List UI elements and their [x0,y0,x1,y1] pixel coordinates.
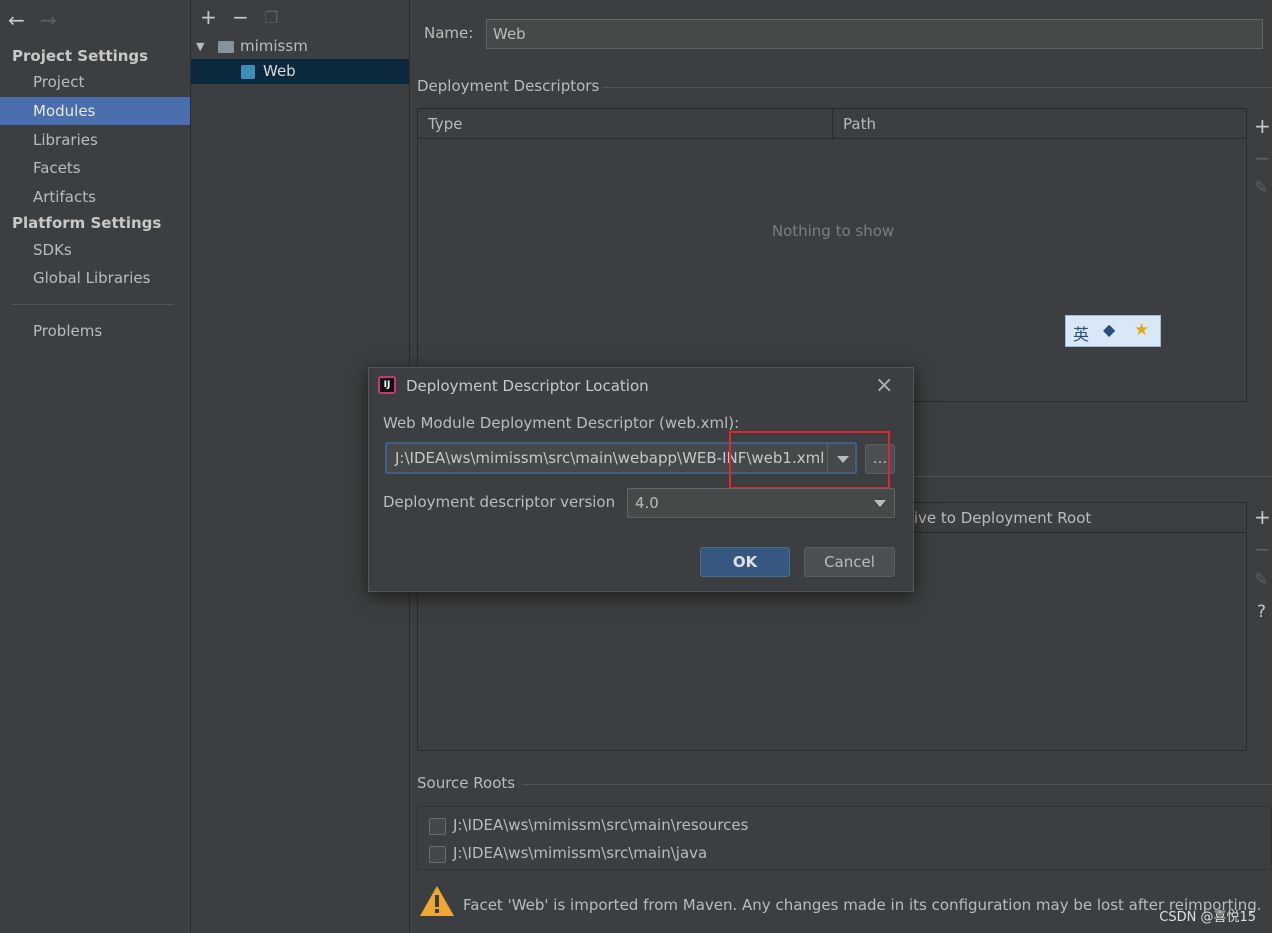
column-header-type[interactable]: Type [418,109,833,139]
project-settings-heading: Project Settings [12,47,149,65]
copy-icon[interactable]: ❐ [264,8,278,27]
ime-language-label[interactable]: 英 [1073,321,1089,345]
web-facet-icon [241,65,255,79]
edit-icon[interactable]: ✎ [1254,570,1268,590]
nav-item-modules[interactable]: Modules [0,97,190,125]
nav-item-artifacts[interactable]: Artifacts [0,183,190,211]
folder-icon [218,41,234,53]
skin-icon[interactable]: ◆ [1103,320,1115,339]
version-select[interactable]: 4.0 [627,488,895,518]
minus-icon[interactable]: − [1254,146,1271,170]
name-input[interactable]: Web [486,19,1263,49]
source-root-path: J:\IDEA\ws\mimissm\src\main\resources [453,816,749,834]
nav-item-sdks[interactable]: SDKs [0,236,190,264]
descriptor-path-label: Web Module Deployment Descriptor (web.xm… [383,414,740,432]
maven-import-warning: Facet 'Web' is imported from Maven. Any … [463,896,1262,914]
tree-expand-icon[interactable]: ▼ [196,34,204,59]
section-divider [602,87,1272,88]
settings-sidebar: ← → Project Settings Project Modules Lib… [0,0,191,933]
cancel-button[interactable]: Cancel [804,547,895,577]
warning-icon [420,886,454,916]
nav-item-facets[interactable]: Facets [0,154,190,182]
section-divider [522,784,1272,785]
source-root-checkbox[interactable] [429,846,446,863]
intellij-logo-icon: IJ [378,376,396,394]
nav-item-libraries[interactable]: Libraries [0,126,190,154]
version-label: Deployment descriptor version [383,493,616,511]
star-icon[interactable]: ★ [1134,320,1149,340]
source-root-checkbox[interactable] [429,818,446,835]
deployment-descriptor-dialog: IJ Deployment Descriptor Location × Web … [368,367,914,592]
plus-icon[interactable]: + [200,5,217,29]
empty-table-text: Nothing to show [771,222,895,240]
dialog-title: Deployment Descriptor Location [406,377,649,395]
minus-icon[interactable]: − [1254,537,1271,561]
plus-icon[interactable]: + [1254,114,1271,138]
minus-icon[interactable]: − [232,5,249,29]
source-roots-title: Source Roots [417,774,516,792]
source-root-path: J:\IDEA\ws\mimissm\src\main\java [453,844,708,862]
tree-node-label: mimissm [240,37,308,55]
highlight-box [729,431,890,489]
nav-item-project[interactable]: Project [0,68,190,96]
nav-item-problems[interactable]: Problems [0,317,190,345]
ime-toolbar[interactable]: 英 ◆ ★ [1065,315,1161,347]
name-label: Name: [424,24,474,42]
source-roots-list: J:\IDEA\ws\mimissm\src\main\resources J:… [417,806,1272,870]
deployment-descriptors-table[interactable]: Type Path Nothing to show [417,108,1247,402]
watermark: CSDN @喜悦15 [1159,910,1256,925]
close-icon[interactable]: × [875,373,893,398]
tree-node-web[interactable]: Web [191,59,409,84]
help-icon[interactable]: ? [1257,602,1266,622]
column-header-path[interactable]: Path [833,109,1246,139]
arrow-left-icon[interactable]: ← [8,8,25,32]
arrow-right-icon[interactable]: → [40,8,57,32]
plus-icon[interactable]: + [1254,505,1271,529]
version-value: 4.0 [635,494,659,512]
platform-settings-heading: Platform Settings [12,214,162,232]
tree-node-label: Web [263,62,296,80]
chevron-down-icon[interactable] [874,500,886,507]
ok-button[interactable]: OK [700,547,790,577]
nav-divider [12,304,174,305]
deployment-descriptors-title: Deployment Descriptors [417,77,600,95]
tree-node-mimissm[interactable]: ▼ mimissm [191,34,409,59]
edit-icon[interactable]: ✎ [1254,178,1268,198]
nav-item-global-libraries[interactable]: Global Libraries [0,264,190,292]
